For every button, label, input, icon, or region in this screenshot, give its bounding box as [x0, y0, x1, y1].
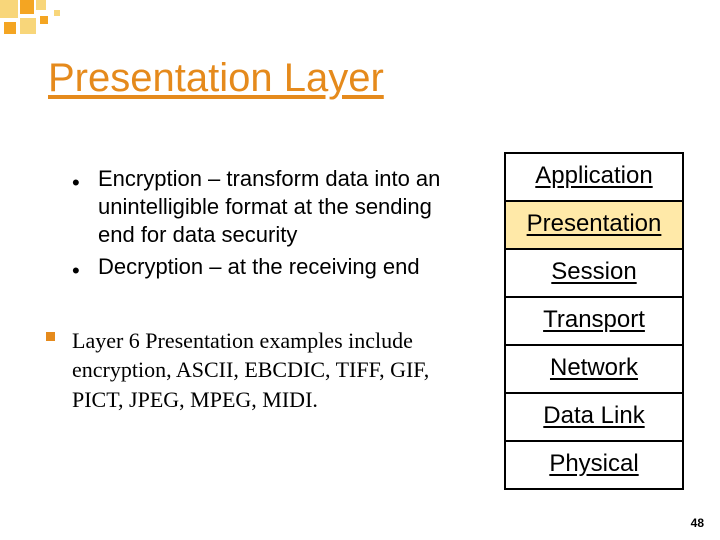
page-number: 48 — [691, 516, 704, 530]
square-bullet-icon — [46, 326, 72, 342]
osi-layer-transport: Transport — [505, 297, 683, 345]
body-content: • Encryption – transform data into an un… — [72, 165, 462, 415]
osi-layer-application: Application — [505, 153, 683, 201]
examples-text: Layer 6 Presentation examples include en… — [72, 326, 462, 415]
bullet-item: • Encryption – transform data into an un… — [72, 165, 462, 249]
bullet-item: • Decryption – at the receiving end — [72, 253, 462, 285]
bullet-text: Encryption – transform data into an unin… — [98, 165, 462, 249]
osi-layer-presentation: Presentation — [505, 201, 683, 249]
osi-layer-physical: Physical — [505, 441, 683, 489]
examples-paragraph: Layer 6 Presentation examples include en… — [46, 326, 462, 415]
osi-layer-network: Network — [505, 345, 683, 393]
corner-decoration — [0, 0, 150, 40]
osi-layer-session: Session — [505, 249, 683, 297]
slide-title: Presentation Layer — [48, 56, 384, 101]
bullet-dot-icon: • — [72, 165, 98, 197]
bullet-dot-icon: • — [72, 253, 98, 285]
osi-layer-datalink: Data Link — [505, 393, 683, 441]
bullet-text: Decryption – at the receiving end — [98, 253, 462, 281]
osi-layer-stack: Application Presentation Session Transpo… — [504, 152, 684, 490]
